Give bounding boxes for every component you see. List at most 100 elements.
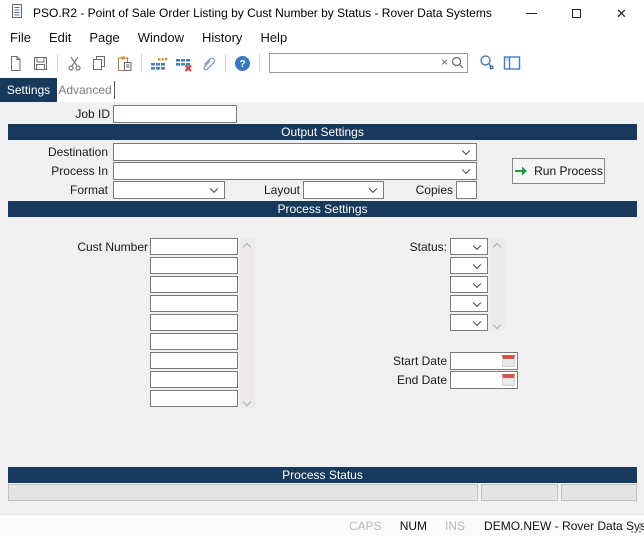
delete-rows-button[interactable]	[171, 51, 196, 75]
toolbar-separator	[141, 54, 142, 72]
toolbar-separator	[259, 54, 260, 72]
new-document-button[interactable]	[3, 51, 28, 75]
status-select[interactable]	[450, 238, 488, 255]
output-settings-header: Output Settings	[8, 124, 637, 140]
destination-label: Destination	[47, 145, 108, 159]
paste-icon	[118, 56, 132, 71]
cut-button[interactable]	[62, 51, 87, 75]
layout-label: Layout	[263, 183, 300, 197]
start-date-input[interactable]	[450, 352, 518, 370]
cust-number-input[interactable]	[150, 352, 238, 369]
cut-icon	[68, 56, 81, 71]
chevron-down-icon	[472, 241, 482, 250]
ins-indicator: INS	[445, 518, 466, 533]
layout-select[interactable]	[303, 181, 384, 199]
chevron-down-icon	[472, 317, 482, 326]
process-in-label: Process In	[51, 164, 108, 178]
new-document-icon	[11, 55, 21, 71]
copies-input[interactable]	[456, 181, 477, 199]
cust-number-label: Cust Number	[77, 240, 148, 254]
calendar-icon[interactable]	[502, 355, 515, 367]
settings-panel: Job ID Output Settings Destination Proce…	[0, 102, 644, 514]
menu-window[interactable]: Window	[129, 28, 193, 47]
clear-icon[interactable]: ×	[441, 55, 448, 69]
menu-help[interactable]: Help	[251, 28, 296, 47]
end-date-input[interactable]	[450, 371, 518, 389]
app-icon	[9, 3, 25, 24]
scroll-down-icon[interactable]	[242, 397, 252, 407]
menu-file[interactable]: File	[1, 28, 40, 47]
process-settings-header: Process Settings	[8, 201, 637, 217]
cust-number-input[interactable]	[150, 371, 238, 388]
menu-page[interactable]: Page	[80, 28, 128, 47]
status-scrollbar[interactable]	[490, 238, 505, 331]
save-button[interactable]	[28, 51, 53, 75]
search-input[interactable]	[269, 53, 468, 73]
cust-number-list	[150, 238, 238, 409]
start-date-label: Start Date	[392, 354, 447, 368]
tab-settings[interactable]: Settings	[0, 78, 57, 102]
status-select[interactable]	[450, 276, 488, 293]
caps-indicator: CAPS	[349, 518, 382, 533]
connection-status: DEMO.NEW - Rover Data Systems	[484, 518, 644, 533]
cust-number-input[interactable]	[150, 314, 238, 331]
process-status-panel-3	[561, 484, 637, 501]
cust-number-input[interactable]	[150, 390, 238, 407]
toolbar-separator	[57, 54, 58, 72]
find-records-button[interactable]	[474, 51, 499, 75]
scroll-up-icon[interactable]	[492, 242, 502, 252]
save-icon	[34, 56, 47, 70]
chevron-down-icon	[472, 279, 482, 288]
copy-button[interactable]	[87, 51, 112, 75]
cust-number-scrollbar[interactable]	[240, 238, 255, 408]
format-select[interactable]	[113, 181, 225, 199]
end-date-label: End Date	[396, 373, 447, 387]
maximize-button[interactable]	[554, 0, 599, 26]
process-status-panel-2	[481, 484, 558, 501]
scroll-down-icon[interactable]	[492, 320, 502, 330]
minimize-button[interactable]	[509, 0, 554, 26]
status-select[interactable]	[450, 295, 488, 312]
process-status-header: Process Status	[8, 467, 637, 483]
run-process-button[interactable]: Run Process	[512, 158, 605, 184]
cust-number-input[interactable]	[150, 276, 238, 293]
copy-icon	[93, 55, 105, 70]
paperclip-icon	[203, 57, 216, 70]
cust-number-input[interactable]	[150, 333, 238, 350]
menu-bar: File Edit Page Window History Help	[0, 26, 644, 48]
calendar-icon[interactable]	[502, 374, 515, 386]
cust-number-input[interactable]	[150, 238, 238, 255]
status-select[interactable]	[450, 257, 488, 274]
app-window: PSO.R2 - Point of Sale Order Listing by …	[0, 0, 644, 536]
toolbar: ? ×	[0, 48, 644, 78]
attachments-button[interactable]	[196, 51, 221, 75]
run-process-label: Run Process	[534, 164, 603, 178]
menu-edit[interactable]: Edit	[40, 28, 80, 47]
maximize-icon	[572, 8, 581, 18]
destination-select[interactable]	[113, 143, 477, 161]
panel-layout-button[interactable]	[499, 51, 524, 75]
tab-divider	[114, 81, 115, 99]
close-button[interactable]: ✕	[599, 0, 644, 26]
help-button[interactable]: ?	[230, 51, 255, 75]
menu-history[interactable]: History	[193, 28, 251, 47]
svg-text:?: ?	[239, 59, 245, 70]
cust-number-input[interactable]	[150, 257, 238, 274]
job-id-input[interactable]	[113, 105, 237, 123]
resize-grip[interactable]	[631, 523, 641, 533]
status-select[interactable]	[450, 314, 488, 331]
tab-advanced[interactable]: Advanced	[57, 78, 113, 102]
chevron-down-icon	[472, 260, 482, 269]
chevron-down-icon	[461, 165, 471, 175]
paste-button[interactable]	[112, 51, 137, 75]
chevron-down-icon	[472, 298, 482, 307]
insert-rows-button[interactable]	[146, 51, 171, 75]
search-icon[interactable]	[450, 55, 465, 75]
job-id-label: Job ID	[75, 107, 110, 121]
scroll-up-icon[interactable]	[242, 242, 252, 252]
process-in-select[interactable]	[113, 162, 477, 180]
num-indicator: NUM	[399, 518, 428, 533]
cust-number-input[interactable]	[150, 295, 238, 312]
window-controls: ✕	[509, 0, 644, 26]
status-bar: CAPS NUM INS DEMO.NEW - Rover Data Syste…	[0, 514, 644, 536]
